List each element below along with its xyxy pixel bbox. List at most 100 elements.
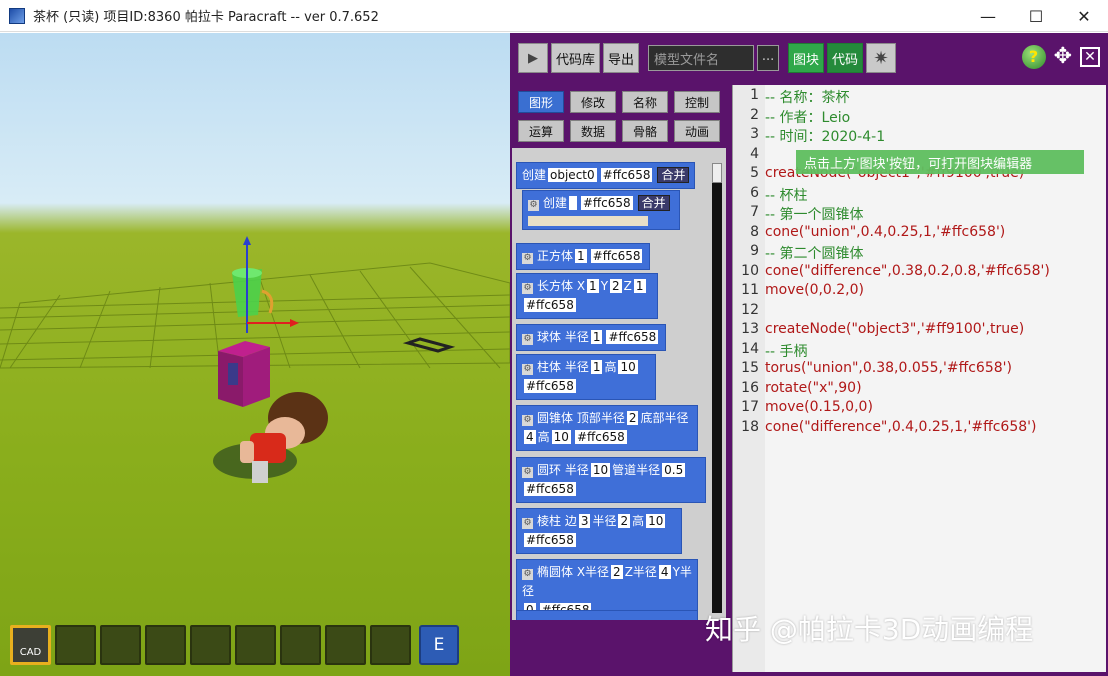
block-value[interactable]: 2	[618, 514, 631, 528]
code-line[interactable]: -- 手柄	[765, 341, 808, 361]
app-icon	[9, 7, 25, 24]
category-animation[interactable]: 动画	[674, 120, 720, 142]
code-line[interactable]: -- 作者：Leio	[765, 107, 850, 127]
block-value[interactable]: 1	[633, 279, 646, 293]
code-line[interactable]: createNode("object3",'#ff9100',true)	[765, 321, 1024, 341]
block-option[interactable]: 合并	[657, 167, 690, 183]
close-window-button[interactable]: ✕	[1060, 0, 1108, 32]
block-create-node[interactable]: 创建 object0 #ffc658 合并	[516, 162, 696, 189]
block-color[interactable]: #ffc658	[574, 430, 627, 444]
category-shapes[interactable]: 图形	[518, 91, 564, 113]
block-value[interactable]: 10	[551, 430, 571, 444]
category-data[interactable]: 数据	[570, 120, 616, 142]
block-value[interactable]: 4	[658, 565, 671, 579]
hotbar-slot[interactable]	[325, 625, 366, 665]
block-color[interactable]: #ffc658	[524, 298, 576, 312]
code-line[interactable]: move(0.15,0,0)	[765, 399, 873, 419]
palette-scrollbar[interactable]	[712, 163, 722, 613]
block-prism[interactable]: ⚙ 棱柱 边 3 半径 2 高 10 #ffc658	[516, 508, 682, 554]
code-line[interactable]: rotate("x",90)	[765, 380, 862, 400]
block-box[interactable]: ⚙ 长方体 X 1 Y 2 Z 1 #ffc658	[516, 273, 658, 319]
code-library-button[interactable]: 代码库	[551, 43, 601, 73]
block-color[interactable]: #ffc658	[524, 533, 576, 547]
block-cube[interactable]: ⚙ 正方体 1 #ffc658	[516, 243, 651, 270]
3d-viewport[interactable]: CAD E	[0, 33, 510, 676]
hotbar-slot[interactable]	[55, 625, 96, 665]
block-value[interactable]: 4	[524, 430, 536, 444]
block-color[interactable]: #ffc658	[524, 482, 576, 496]
block-value[interactable]: 2	[610, 279, 622, 293]
code-line[interactable]: cone("union",0.4,0.25,1,'#ffc658')	[765, 224, 1005, 244]
hotbar-slot[interactable]	[370, 625, 411, 665]
code-editor-panel: ▶ 代码库 导出 模型文件名 ... 图块 代码 ✷ ? ✥ ✕ 图形 修改 名…	[510, 33, 1108, 676]
block-text: 半径	[592, 514, 617, 528]
code-line[interactable]: -- 时间：2020-4-1	[765, 126, 885, 146]
block-value[interactable]: 10	[646, 514, 666, 528]
model-filename-input[interactable]: 模型文件名	[648, 45, 755, 71]
block-sphere[interactable]: ⚙ 球体 半径 1 #ffc658	[516, 324, 667, 351]
settings-icon[interactable]: ✷	[866, 43, 897, 73]
block-value[interactable]: 10	[590, 463, 611, 477]
block-value[interactable]: 3	[578, 514, 591, 528]
scroll-thumb[interactable]	[712, 163, 722, 183]
code-line[interactable]: move(0,0.2,0)	[765, 282, 864, 302]
block-torus[interactable]: ⚙ 圆环 半径 10 管道半径 0.5 #ffc658	[516, 457, 706, 503]
maximize-button[interactable]: ☐	[1012, 0, 1060, 32]
block-value[interactable]: 1	[587, 279, 599, 293]
close-panel-icon[interactable]: ✕	[1080, 47, 1100, 67]
block-categories: 图形 修改 名称 控制 运算 数据 骨骼 动画	[518, 91, 720, 142]
block-value[interactable]: object0	[548, 168, 597, 182]
move-icon[interactable]: ✥	[1054, 46, 1072, 68]
block-value[interactable]: 0.5	[662, 463, 686, 477]
block-text: 创建	[543, 196, 568, 210]
category-name[interactable]: 名称	[622, 91, 668, 113]
category-modify[interactable]: 修改	[570, 91, 616, 113]
category-control[interactable]: 控制	[674, 91, 720, 113]
line-number: 6	[750, 184, 759, 201]
code-line[interactable]: -- 杯柱	[765, 185, 808, 205]
block-value[interactable]: 10	[618, 360, 638, 374]
hotbar-slot[interactable]	[190, 625, 231, 665]
block-value[interactable]: 1	[575, 249, 587, 263]
tab-blocks[interactable]: 图块	[788, 43, 825, 73]
block-partial[interactable]	[516, 610, 698, 620]
code-line[interactable]: torus("union",0.38,0.055,'#ffc658')	[765, 360, 1012, 380]
block-color[interactable]: #ffc658	[606, 330, 659, 344]
code-line[interactable]: cone("difference",0.4,0.25,1,'#ffc658')	[765, 419, 1036, 439]
code-line[interactable]: -- 名称：茶杯	[765, 87, 850, 107]
block-palette: 创建 object0 #ffc658 合并 ⚙ 创建 #ffc658 合并 ⚙ 正方体 1 #f…	[512, 148, 726, 620]
browse-button[interactable]: ...	[757, 45, 780, 71]
run-icon[interactable]: ▶	[518, 43, 548, 73]
tab-code[interactable]: 代码	[827, 43, 864, 73]
block-value[interactable]: 2	[626, 411, 639, 425]
inventory-e-button[interactable]: E	[419, 625, 459, 665]
hotbar-slot[interactable]	[100, 625, 141, 665]
help-icon[interactable]: ?	[1021, 45, 1046, 69]
block-cone[interactable]: ⚙ 圆锥体 顶部半径 2 底部半径 4 高 10 #ffc658	[516, 405, 698, 451]
block-color[interactable]: #ffc658	[600, 168, 653, 182]
export-button[interactable]: 导出	[603, 43, 640, 73]
blocks-hint-tooltip: 点击上方'图块'按钮，可打开图块编辑器	[796, 150, 1084, 174]
hotbar-slot[interactable]	[145, 625, 186, 665]
code-line[interactable]: -- 第二个圆锥体	[765, 243, 864, 263]
category-operators[interactable]: 运算	[518, 120, 564, 142]
hotbar-slot[interactable]	[235, 625, 276, 665]
block-value[interactable]: 1	[590, 330, 603, 344]
block-value[interactable]: 2	[611, 565, 623, 579]
block-create[interactable]: ⚙ 创建 #ffc658 合并	[522, 190, 680, 230]
code-line[interactable]: cone("difference",0.38,0.2,0.8,'#ffc658'…	[765, 263, 1050, 283]
block-option[interactable]: 合并	[637, 195, 670, 211]
block-color[interactable]: #ffc658	[590, 249, 643, 263]
block-value[interactable]: 1	[590, 360, 603, 374]
block-color[interactable]: #ffc658	[524, 379, 576, 393]
code-line[interactable]: -- 第一个圆锥体	[765, 204, 864, 224]
block-text: 高	[604, 360, 617, 374]
block-value[interactable]	[569, 196, 577, 210]
block-color[interactable]: #ffc658	[580, 196, 633, 210]
block-cylinder[interactable]: ⚙ 柱体 半径 1 高 10 #ffc658	[516, 354, 656, 400]
category-bones[interactable]: 骨骼	[622, 120, 668, 142]
block-input-slot[interactable]	[528, 216, 648, 226]
minimize-button[interactable]: —	[964, 0, 1012, 32]
hotbar-slot[interactable]	[280, 625, 321, 665]
hotbar-slot-cad[interactable]: CAD	[10, 625, 51, 665]
